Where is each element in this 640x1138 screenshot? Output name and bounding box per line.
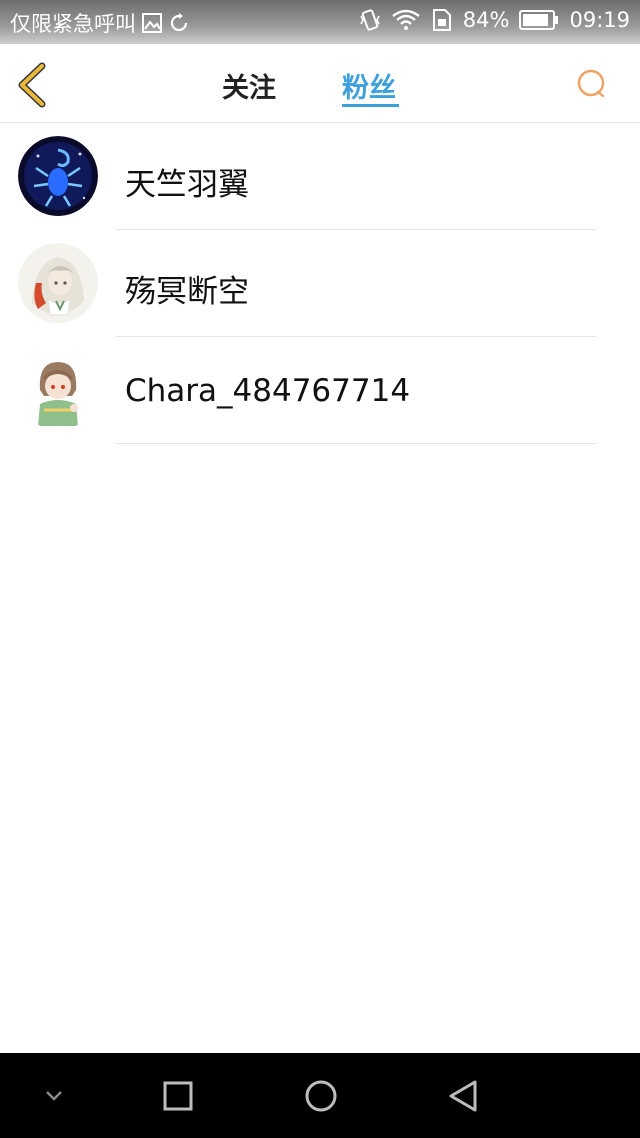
home-icon — [305, 1080, 337, 1111]
collapse-icon — [46, 1090, 62, 1101]
active-tab-indicator — [342, 104, 399, 107]
wifi-icon — [391, 9, 421, 31]
anime-girl-avatar-icon — [18, 243, 98, 323]
clock: 09:19 — [569, 8, 630, 32]
sim-icon — [431, 8, 453, 32]
chevron-left-icon — [18, 62, 46, 108]
recents-button[interactable] — [138, 1053, 218, 1138]
list-item[interactable]: 殇冥断空 — [0, 230, 640, 337]
back-button[interactable] — [14, 62, 54, 108]
fan-name: 殇冥断空 — [125, 274, 249, 310]
system-nav-bar — [0, 1053, 640, 1138]
search-icon — [577, 69, 605, 98]
status-left: 仅限紧急呼叫 — [10, 8, 190, 38]
home-button[interactable] — [281, 1053, 361, 1138]
list-item[interactable]: 天竺羽翼 — [0, 123, 640, 230]
list-item[interactable]: Chara_484767714 — [0, 337, 640, 444]
divider — [116, 443, 596, 444]
battery-icon — [519, 10, 559, 30]
gallery-icon — [142, 13, 162, 33]
search-button[interactable] — [576, 68, 608, 100]
fans-list: 天竺羽翼 殇冥断空 Chara_484767714 — [0, 123, 640, 444]
collapse-button[interactable] — [14, 1053, 94, 1138]
back-triangle-icon — [449, 1080, 477, 1111]
avatar[interactable] — [18, 243, 98, 323]
fan-name: Chara_484767714 — [125, 373, 411, 409]
battery-percent: 84% — [462, 8, 510, 32]
recents-icon — [163, 1081, 193, 1110]
status-bar: 仅限紧急呼叫 84% 09:19 — [0, 0, 640, 44]
status-right: 84% 09:19 — [359, 8, 630, 32]
back-nav-button[interactable] — [423, 1053, 503, 1138]
sync-icon — [168, 12, 190, 34]
avatar[interactable] — [18, 136, 98, 216]
scorpion-avatar-icon — [18, 136, 98, 216]
fan-name: 天竺羽翼 — [125, 167, 249, 203]
top-bar: 关注 粉丝 — [0, 44, 640, 123]
carrier-text: 仅限紧急呼叫 — [10, 12, 136, 36]
tab-fans[interactable]: 粉丝 — [342, 66, 396, 105]
avatar[interactable] — [18, 350, 98, 430]
chara-avatar-icon — [18, 350, 98, 430]
vibrate-icon — [359, 8, 381, 32]
tab-following[interactable]: 关注 — [222, 66, 276, 105]
